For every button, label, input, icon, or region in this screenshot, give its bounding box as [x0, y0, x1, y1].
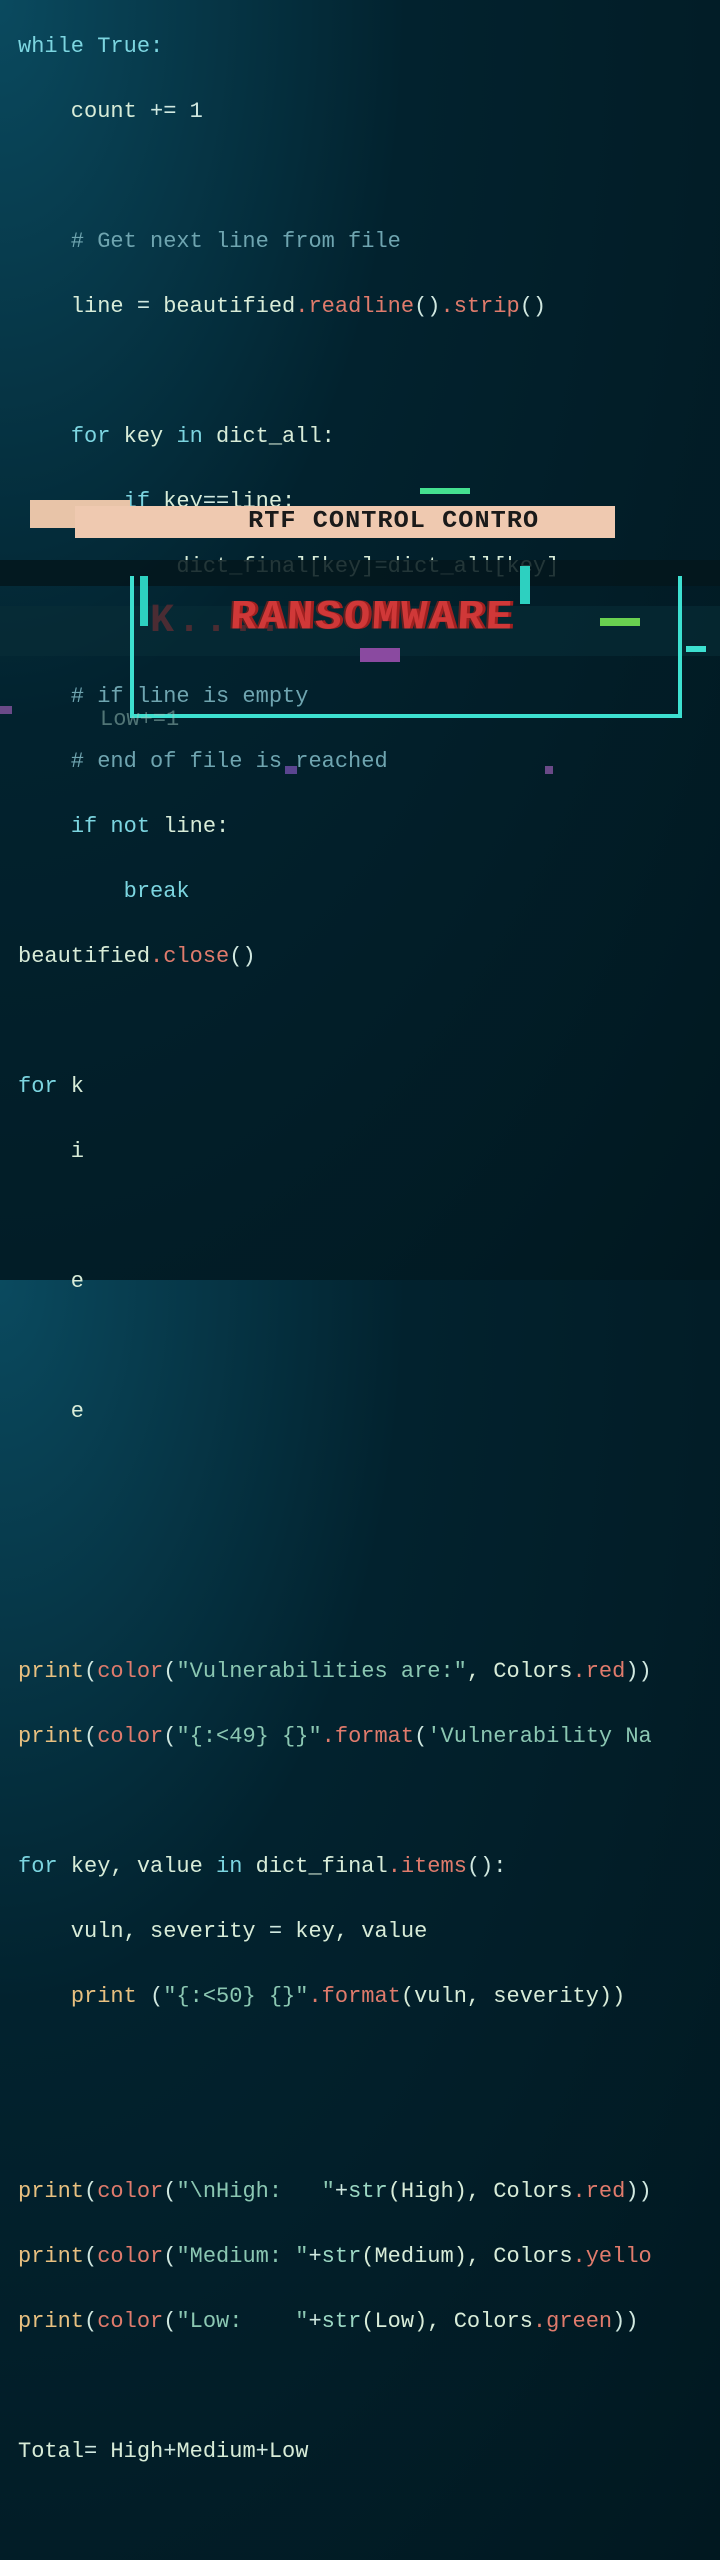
code-block: while True: count += 1 # Get next line f… — [18, 0, 652, 2560]
glitch-artifact — [686, 646, 706, 652]
glitch-artifact — [0, 706, 12, 714]
comment: # if line is empty — [18, 684, 308, 709]
comment: # Get next line from file — [18, 229, 401, 254]
code-line: while True: — [18, 34, 163, 59]
comment: # end of file is reached — [18, 749, 388, 774]
